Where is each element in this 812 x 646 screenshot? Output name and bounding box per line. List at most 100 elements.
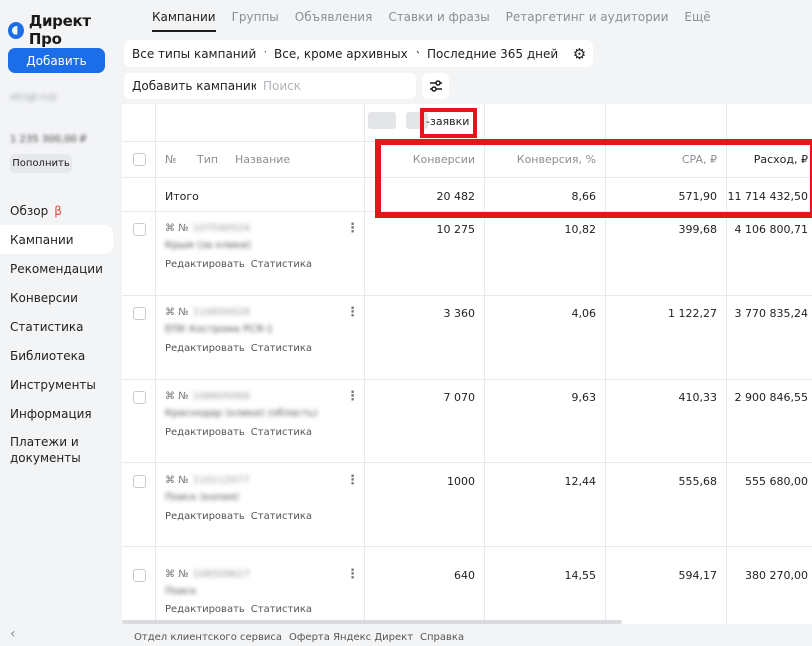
row-id: ⌘ № 108509627 [165,569,250,580]
row-checkbox[interactable] [133,475,146,488]
sidebar-item-label: Обзор [10,203,49,218]
row-id: ⌘ № 108605066 [165,391,250,402]
logo-icon [8,21,24,39]
row-checkbox[interactable] [133,569,146,582]
row-links: Редактировать Статистика [165,511,318,522]
row-conversions: 10 275 [436,223,476,236]
add-button[interactable]: Добавить [8,48,105,73]
row-checkbox[interactable] [133,223,146,236]
stats-link[interactable]: Статистика [251,343,312,354]
more-icon[interactable]: ⋮ [346,305,359,320]
sidebar-item-campaigns[interactable]: Кампании [0,225,113,254]
campaign-name[interactable]: Краснодар (клики) (область) [165,408,318,419]
more-icon[interactable]: ⋮ [346,473,359,488]
sidebar-item-label: Кампании [10,232,74,247]
tab-retargeting[interactable]: Ретаргетинг и аудитории [506,10,669,24]
id-prefix: № [178,307,189,318]
row-links: Редактировать Статистика [165,604,318,615]
stats-link[interactable]: Статистика [251,604,312,615]
tab-groups[interactable]: Группы [232,10,279,24]
sidebar-item-recommendations[interactable]: Рекомендации [0,254,113,283]
sidebar-item-tools[interactable]: Инструменты [0,370,113,399]
tab-bids[interactable]: Ставки и фразы [388,10,489,24]
row-conv-rate: 4,06 [571,307,597,320]
more-icon[interactable]: ⋮ [346,567,359,582]
footer-link-help[interactable]: Справка [420,632,464,643]
row-links: Редактировать Статистика [165,259,318,270]
stats-link[interactable]: Статистика [251,427,312,438]
row-conv-rate: 9,63 [571,391,597,404]
row-links: Редактировать Статистика [165,427,318,438]
footer: Отдел клиентского сервиса Оферта Яндекс … [134,632,464,643]
row-divider [122,295,812,296]
logo[interactable]: Директ Про [8,12,122,48]
more-icon[interactable]: ⋮ [346,389,359,404]
footer-link-support[interactable]: Отдел клиентского сервиса [134,632,282,643]
stats-link[interactable]: Статистика [251,259,312,270]
header-type[interactable]: Тип [197,153,218,166]
edit-link[interactable]: Редактировать [165,259,245,270]
sidebar-item-label: Платежи и документы [10,435,81,465]
row-id: ⌘ № 107540524 [165,223,250,234]
campaign-id: 108509627 [192,569,250,580]
tab-ads[interactable]: Объявления [295,10,373,24]
sidebar-item-overview[interactable]: Обзор β [0,196,113,225]
sidebar-item-payments[interactable]: Платежи и документы [0,428,113,466]
id-prefix: № [178,475,189,486]
tab-campaigns[interactable]: Кампании [152,10,216,32]
sidebar-nav: Обзор β Кампании Рекомендации Конверсии … [0,196,113,466]
goal-group-placeholder [368,112,396,129]
footer-link-offer[interactable]: Оферта Яндекс Директ [289,632,413,643]
horizontal-scrollbar[interactable] [122,620,622,624]
beta-badge: β [54,203,62,218]
campaign-id: 108605066 [192,391,250,402]
status-value: Все, кроме архивных [274,46,408,61]
add-campaign-button[interactable]: Добавить кампанию [124,73,269,99]
select-all-checkbox[interactable] [133,153,146,166]
row-cpa: 399,68 [678,223,718,236]
row-conv-rate: 10,82 [564,223,597,236]
row-divider [122,379,812,380]
edit-link[interactable]: Редактировать [165,511,245,522]
sidebar-item-label: Инструменты [10,377,96,392]
row-conversions: 640 [454,569,475,582]
sidebar-item-statistics[interactable]: Статистика [0,312,113,341]
campaign-id: 110650029 [192,307,250,318]
id-prefix: № [178,223,189,234]
edit-link[interactable]: Редактировать [165,604,245,615]
campaign-type-select[interactable]: Все типы кампаний [124,40,282,67]
sidebar-item-label: Рекомендации [10,261,103,276]
account-login[interactable]: elcigt-rus [10,92,57,103]
status-select[interactable]: Все, кроме архивных [266,40,433,67]
period-select[interactable]: Последние 365 дней [419,40,584,67]
collapse-sidebar-icon[interactable]: ‹ [10,626,16,642]
sidebar-item-information[interactable]: Информация [0,399,113,428]
sidebar-item-conversions[interactable]: Конверсии [0,283,113,312]
edit-link[interactable]: Редактировать [165,427,245,438]
row-id: ⌘ № 110650029 [165,307,250,318]
campaign-name[interactable]: Крым (за клики) [165,240,251,251]
settings-button[interactable]: ⚙ [566,40,593,67]
sidebar-item-library[interactable]: Библиотека [0,341,113,370]
row-spend: 555 680,00 [745,475,808,488]
header-name[interactable]: Название [235,153,290,166]
row-spend: 380 270,00 [745,569,808,582]
row-checkbox[interactable] [133,391,146,404]
topup-button[interactable]: Пополнить [10,154,72,173]
tab-more[interactable]: Ещё [684,10,710,24]
campaign-name[interactable]: Поиск [165,586,197,597]
edit-link[interactable]: Редактировать [165,343,245,354]
header-num[interactable]: № [165,153,176,166]
campaign-name[interactable]: Поиск (копия) [165,492,239,503]
search-input[interactable] [256,73,416,99]
more-icon[interactable]: ⋮ [346,221,359,236]
filter-settings-button[interactable] [422,73,449,99]
row-checkbox[interactable] [133,307,146,320]
row-conv-rate: 12,44 [564,475,597,488]
row-divider [122,462,812,463]
stats-link[interactable]: Статистика [251,511,312,522]
row-divider [122,546,812,547]
gear-icon: ⚙ [572,44,587,63]
row-id: ⌘ № 110112077 [165,475,250,486]
campaign-name[interactable]: ЕПК Кострома РСЯ-1 [165,324,273,335]
